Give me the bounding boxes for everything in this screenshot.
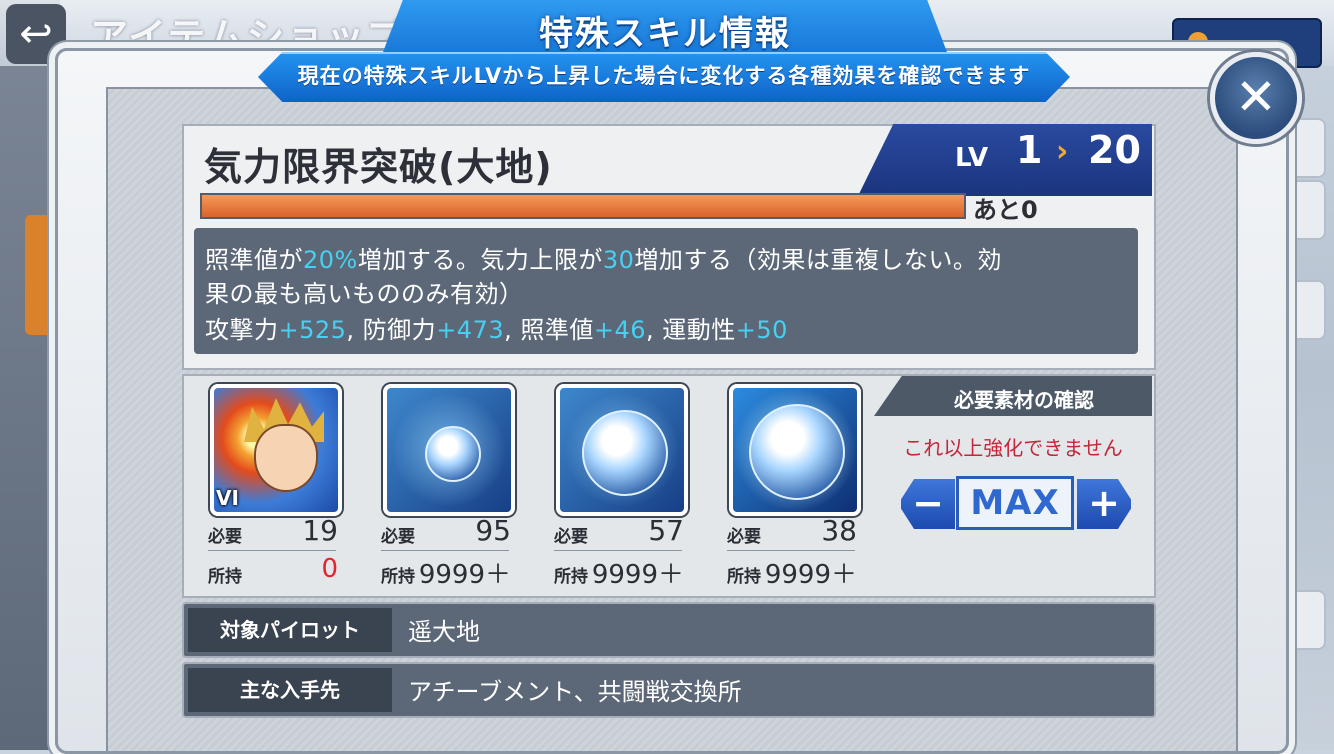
dialog-subtitle: 現在の特殊スキルLVから上昇した場合に変化する各種効果を確認できます [297, 64, 1031, 88]
need-value: 57 [648, 514, 684, 547]
exp-progress-fill [202, 195, 964, 217]
target-pilot-value: 遥大地 [408, 618, 480, 646]
close-icon: ✕ [1235, 68, 1277, 126]
description-line-1: 照準値が20%増加する。気力上限が30増加する（効果は重複しない。効 [205, 246, 1002, 274]
need-label: 必要 [381, 527, 415, 547]
need-value: 95 [475, 514, 511, 547]
source-value: アチーブメント、共闘戦交換所 [408, 678, 742, 706]
medium-orb-icon[interactable] [556, 384, 688, 516]
increase-button[interactable]: + [1074, 476, 1134, 532]
confirm-materials-title: 必要素材の確認 [954, 388, 1094, 412]
own-value: 9999＋ [764, 560, 857, 590]
decrease-button[interactable]: − [898, 476, 958, 532]
own-value: 9999＋ [418, 560, 511, 590]
level-arrow-icon: › [1056, 134, 1069, 169]
exp-remaining: あと0 [973, 196, 1038, 224]
small-orb-icon[interactable] [383, 384, 515, 516]
background-left-strip [0, 0, 60, 750]
close-button[interactable]: ✕ [1210, 52, 1302, 144]
level-max: 20 [1088, 128, 1141, 172]
rank-tag: VI [216, 486, 239, 510]
need-label: 必要 [554, 527, 588, 547]
level-label: LV [955, 143, 989, 173]
level-stepper: − MAX + [898, 472, 1134, 532]
own-value: 0 [321, 554, 338, 584]
need-value: 19 [302, 514, 338, 547]
need-label: 必要 [208, 527, 242, 547]
description-line-2: 果の最も高いもののみ有効） [205, 280, 524, 308]
source-row: 主な入手先 アチーブメント、共闘戦交換所 [182, 662, 1156, 718]
target-pilot-row: 対象パイロット 遥大地 [182, 602, 1156, 658]
exp-progress-bar [200, 193, 966, 219]
source-label: 主な入手先 [188, 668, 392, 712]
max-level-notice: これ以上強化できません [903, 436, 1123, 460]
level-current: 1 [1016, 128, 1043, 172]
need-value: 38 [821, 514, 857, 547]
dialog-title: 特殊スキル情報 [539, 14, 791, 54]
stat-bonus-line: 攻撃力+525, 防御力+473, 照準値+46, 運動性+50 [205, 316, 788, 344]
skill-name: 気力限界突破(大地) [204, 145, 553, 189]
own-value: 9999＋ [591, 560, 684, 590]
pilot-portrait-icon[interactable]: VI [210, 384, 342, 516]
max-button[interactable]: MAX [956, 476, 1074, 530]
need-label: 必要 [727, 527, 761, 547]
target-pilot-label: 対象パイロット [188, 608, 392, 652]
large-orb-icon[interactable] [729, 384, 861, 516]
